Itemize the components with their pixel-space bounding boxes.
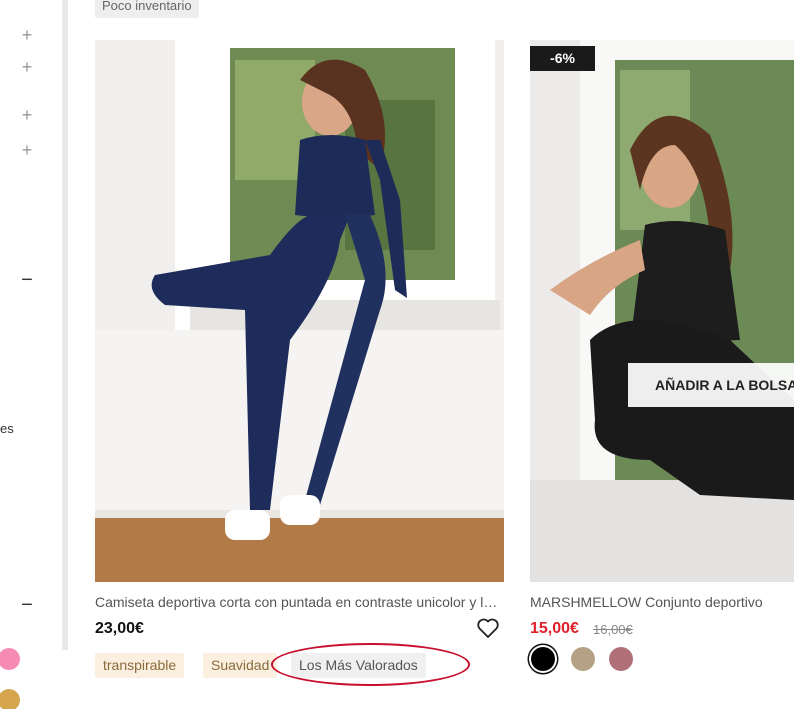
color-filter-mustard[interactable] xyxy=(0,689,20,709)
expand-plus-icon[interactable]: + xyxy=(18,141,36,159)
product-price: 23,00€ xyxy=(95,620,144,637)
expand-plus-icon[interactable]: + xyxy=(18,26,36,44)
discount-badge: -6% xyxy=(530,46,595,71)
expand-plus-icon[interactable]: + xyxy=(18,58,36,76)
sidebar-divider xyxy=(62,0,68,650)
original-price: 16,00€ xyxy=(593,622,633,637)
sidebar-option-label[interactable]: es xyxy=(0,421,14,436)
product-title[interactable]: Camiseta deportiva corta con puntada en … xyxy=(95,594,499,610)
color-swatch-beige[interactable] xyxy=(571,647,595,671)
collapse-minus-icon[interactable]: − xyxy=(18,270,36,290)
sale-price: 15,00€ xyxy=(530,620,579,637)
product-image[interactable] xyxy=(530,40,794,582)
collapse-minus-icon[interactable]: − xyxy=(18,595,36,615)
product-image[interactable] xyxy=(95,40,504,582)
add-to-bag-button[interactable]: AÑADIR A LA BOLSA xyxy=(628,363,794,407)
feature-tag: Suavidad xyxy=(203,653,278,678)
color-filter-pink[interactable] xyxy=(0,648,20,670)
color-swatch-rose[interactable] xyxy=(609,647,633,671)
product-title[interactable]: MARSHMELLOW Conjunto deportivo xyxy=(530,594,794,610)
heart-icon[interactable] xyxy=(476,617,500,639)
top-rated-tag: Los Más Valorados xyxy=(291,653,426,678)
color-swatch-black[interactable] xyxy=(531,647,555,671)
filter-sidebar: + + + + − es − xyxy=(0,0,62,709)
feature-tag: transpirable xyxy=(95,653,185,678)
expand-plus-icon[interactable]: + xyxy=(18,106,36,124)
low-stock-badge: Poco inventario xyxy=(95,0,199,18)
